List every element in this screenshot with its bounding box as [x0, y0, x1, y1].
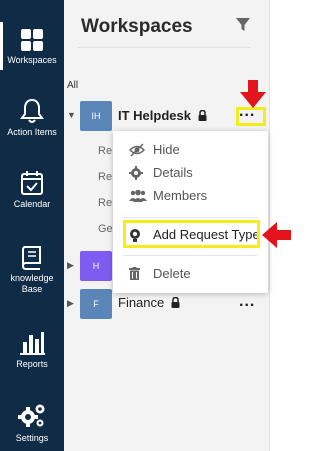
workspace-row-finance[interactable]: ▶ F Finance ... — [64, 289, 269, 319]
list-item[interactable]: Re — [98, 197, 112, 209]
nav-knowledge-label-1: knowledge — [10, 273, 54, 283]
users-icon — [129, 189, 147, 202]
calendar-check-icon — [21, 171, 43, 195]
context-menu: Hide Details Members Add Request Type De… — [113, 131, 268, 293]
eye-slash-icon — [129, 143, 145, 157]
menu-item-label: Delete — [153, 266, 191, 281]
nav-reports-label: Reports — [16, 359, 48, 369]
menu-item-members[interactable]: Members — [113, 185, 268, 207]
highlight-box — [236, 107, 266, 126]
menu-item-details[interactable]: Details — [113, 162, 268, 184]
workspace-name-text: Finance — [118, 295, 165, 310]
workspace-badge: F — [80, 289, 112, 319]
nav-rail: Workspaces Action Items Calendar knowled… — [0, 0, 64, 451]
menu-item-delete[interactable]: Delete — [113, 263, 268, 285]
nav-settings[interactable]: Settings — [0, 402, 64, 444]
caret-right-icon[interactable]: ▶ — [67, 260, 74, 271]
nav-action-items-label: Action Items — [7, 127, 57, 137]
caret-down-icon[interactable]: ▼ — [67, 110, 76, 120]
workspace-badge: H — [80, 251, 112, 281]
menu-item-hide[interactable]: Hide — [113, 139, 268, 161]
highlight-box — [123, 220, 260, 248]
list-item[interactable]: Re — [98, 171, 112, 183]
lock-icon — [171, 297, 180, 308]
trash-icon — [129, 267, 140, 280]
red-arrow-left-icon — [262, 222, 291, 248]
workspace-name: Finance — [118, 295, 180, 310]
lock-icon — [198, 110, 207, 121]
menu-item-label: Hide — [153, 142, 180, 157]
nav-calendar-label: Calendar — [13, 199, 51, 209]
nav-workspaces-label: Workspaces — [7, 55, 57, 65]
menu-item-label: Details — [153, 165, 193, 180]
page-title: Workspaces — [81, 16, 193, 37]
all-filter-label: All — [67, 80, 79, 91]
nav-knowledge-label-2: Base — [21, 284, 43, 294]
caret-right-icon[interactable]: ▶ — [67, 298, 74, 309]
nav-action-items[interactable]: Action Items — [0, 98, 64, 138]
gear-icon — [129, 166, 143, 180]
nav-reports[interactable]: Reports — [0, 330, 64, 370]
list-item[interactable]: Ge — [98, 223, 113, 235]
filter-icon[interactable] — [236, 18, 250, 32]
menu-item-label: Members — [153, 188, 208, 203]
red-arrow-down-icon — [240, 80, 266, 108]
book-icon — [21, 246, 41, 270]
nav-calendar[interactable]: Calendar — [0, 170, 64, 210]
nav-workspaces[interactable]: Workspaces — [0, 22, 64, 70]
divider — [78, 47, 250, 48]
workspace-name-text: IT Helpdesk — [118, 108, 191, 123]
divider — [123, 217, 258, 218]
bar-chart-icon — [20, 332, 45, 355]
grid-icon — [21, 29, 43, 51]
gears-icon — [18, 404, 45, 427]
list-item[interactable]: Re — [98, 145, 112, 157]
more-options-button[interactable]: ... — [239, 293, 255, 311]
nav-settings-label: Settings — [15, 433, 49, 443]
workspace-badge: IH — [80, 101, 112, 131]
workspace-name: IT Helpdesk — [118, 108, 207, 123]
nav-knowledge-base[interactable]: knowledge Base — [0, 244, 64, 295]
bell-icon — [20, 98, 44, 123]
divider — [123, 255, 258, 256]
